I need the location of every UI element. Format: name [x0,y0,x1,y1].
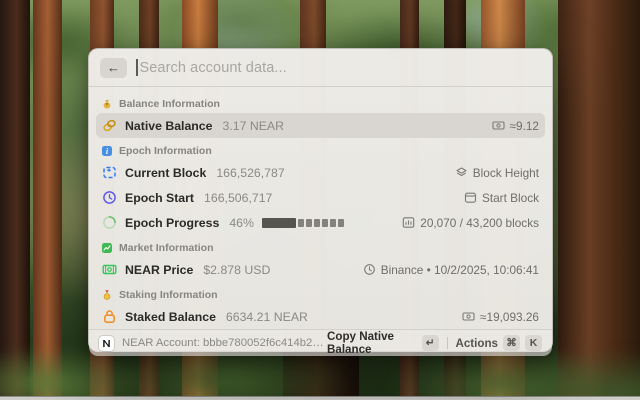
section-header-market: Market Information [101,240,540,256]
bar-chart-icon [402,216,415,229]
banknote-green-icon [102,262,117,277]
arrow-left-icon: ← [107,61,120,74]
list-item-epoch-progress[interactable]: Epoch Progress 46% 20,070 / 43,200 block… [96,210,545,235]
command-palette-window: ← Search account data... Balance Informa… [88,48,553,352]
list-item-epoch-start[interactable]: Epoch Start 166,506,717 Start Block [96,185,545,210]
section-header-staking: Staking Information [101,287,540,303]
medal-icon [101,289,113,301]
desktop: ← Search account data... Balance Informa… [0,0,640,400]
row-value: 46% [229,216,254,230]
row-title: Native Balance [125,119,213,133]
row-accessory: Start Block [464,191,539,205]
section-label: Market Information [119,242,214,254]
row-title: Staked Balance [125,310,216,324]
section-label: Staking Information [119,289,218,301]
lock-icon [102,309,117,324]
list-item-native-balance[interactable]: Native Balance 3.17 NEAR ≈9.12 [96,113,545,138]
dock-edge [0,396,640,400]
calendar-icon [464,191,477,204]
action-bar: NEAR Account: bbbe780052f6c414b22441627d… [89,329,552,356]
search-input[interactable]: Search account data... [140,60,287,76]
section-label: Balance Information [119,98,220,110]
list-item-current-block[interactable]: Current Block 166,526,787 Block Height [96,160,545,185]
command-key-icon: ⌘ [503,335,520,351]
near-logo-icon [99,336,114,351]
search-bar: ← Search account data... [89,49,552,86]
list-item-near-price[interactable]: NEAR Price $2.878 USD Binance • 10/2/202… [96,257,545,282]
progress-bar-fill [262,218,296,228]
row-accessory: Block Height [455,166,539,180]
chart-up-icon [101,242,113,254]
row-value: 166,506,717 [204,191,272,205]
row-accessory: ≈9.12 [492,119,539,133]
layers-icon [455,166,468,179]
divider [447,337,448,349]
results-list: Balance Information Native Balance 3.17 … [89,87,552,329]
row-accessory: 20,070 / 43,200 blocks [402,216,539,230]
text-caret [136,59,138,76]
row-value: 6634.21 NEAR [226,310,308,324]
clock-small-icon [363,263,376,276]
banknote-icon [462,310,475,323]
footer-status-text: NEAR Account: bbbe780052f6c414b22441627d… [122,337,327,349]
coins-icon [102,118,117,133]
back-button[interactable]: ← [100,58,127,78]
clock-icon [102,190,117,205]
row-title: Current Block [125,166,206,180]
row-accessory: ≈19,093.26 [462,310,539,324]
row-accessory: Binance • 10/2/2025, 10:06:41 [363,263,539,277]
actions-button[interactable]: Actions ⌘ K [455,335,542,351]
list-item-staked-balance[interactable]: Staked Balance 6634.21 NEAR ≈19,093.26 [96,304,545,329]
row-value: 166,526,787 [216,166,284,180]
money-bag-icon [101,98,113,110]
row-value: 3.17 NEAR [223,119,285,133]
row-title: Epoch Progress [125,216,219,230]
progress-ring-icon [102,215,117,230]
copy-native-balance-button[interactable]: Copy Native Balance ↵ [327,330,439,356]
progress-bar [262,218,344,228]
section-label: Epoch Information [119,145,212,157]
banknote-icon [492,119,505,132]
block-icon [102,165,117,180]
section-header-balance: Balance Information [101,96,540,112]
row-value: $2.878 USD [203,263,270,277]
info-icon: i [101,145,113,157]
row-title: Epoch Start [125,191,194,205]
enter-key-icon: ↵ [422,335,439,351]
row-title: NEAR Price [125,263,193,277]
k-key-icon: K [525,335,542,351]
section-header-epoch: i Epoch Information [101,143,540,159]
